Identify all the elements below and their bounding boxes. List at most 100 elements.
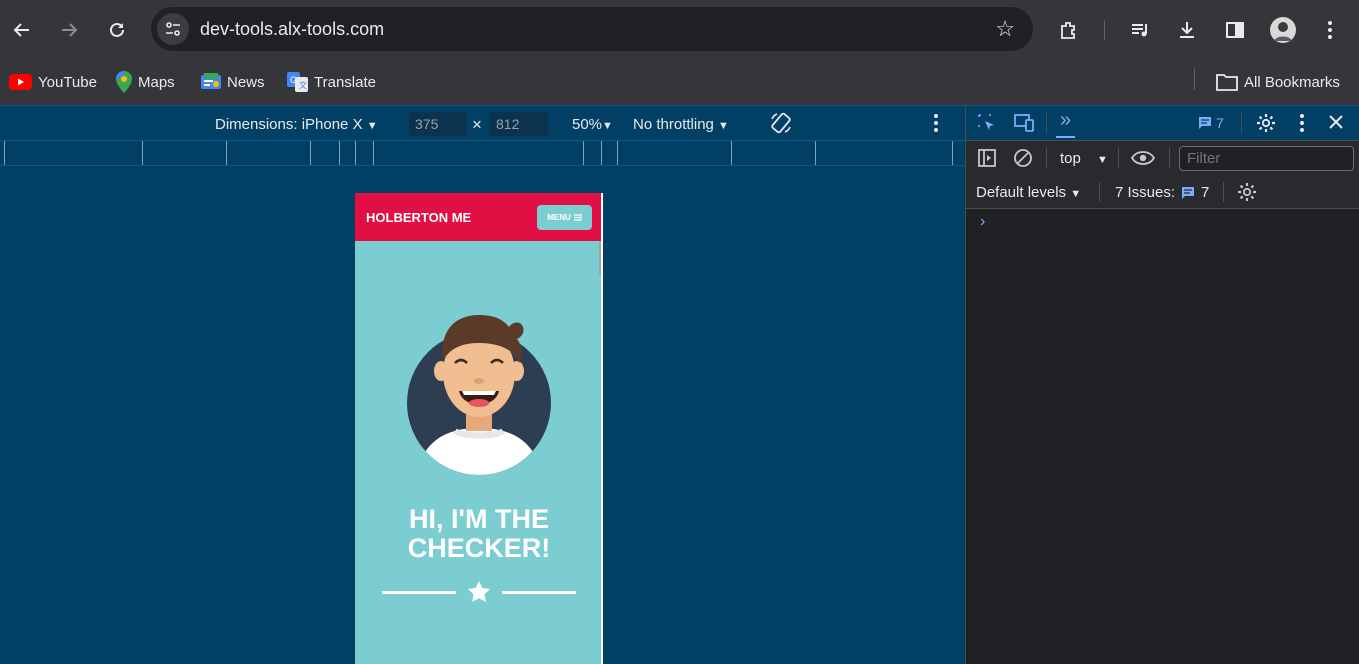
star-icon xyxy=(468,581,490,602)
all-bookmarks-button[interactable]: All Bookmarks xyxy=(1216,70,1340,94)
side-panel-icon[interactable] xyxy=(1219,14,1251,46)
hamburger-icon xyxy=(573,214,582,221)
more-tabs-icon[interactable]: » xyxy=(1056,109,1076,138)
dimensions-select[interactable]: Dimensions: iPhone X ▼ xyxy=(215,116,378,133)
live-expression-eye-icon[interactable] xyxy=(1130,148,1156,173)
zoom-label: 50% xyxy=(572,116,603,133)
bookmark-youtube[interactable]: YouTube xyxy=(9,70,97,94)
browser-menu-icon[interactable] xyxy=(1314,14,1346,46)
message-icon xyxy=(1199,117,1211,129)
page-scrollbar[interactable] xyxy=(599,241,601,275)
bookmark-label: YouTube xyxy=(38,73,97,91)
menu-button[interactable]: MENU xyxy=(537,205,592,230)
youtube-icon xyxy=(9,74,32,90)
devtools-tabbar: » 7 xyxy=(966,105,1359,140)
dimensions-label: Dimensions: iPhone X xyxy=(215,116,363,133)
toolbar-separator xyxy=(1099,182,1100,202)
url-text[interactable]: dev-tools.alx-tools.com xyxy=(200,19,384,40)
extensions-icon[interactable] xyxy=(1053,14,1085,46)
console-prompt-chevron-icon[interactable]: › xyxy=(980,213,985,231)
ruler-tick xyxy=(226,141,227,165)
hero-title-line1: HI, I'M THE xyxy=(409,504,549,534)
bookmark-news[interactable]: News xyxy=(201,70,265,94)
bookmark-maps[interactable]: Maps xyxy=(116,70,175,94)
bookmark-label: News xyxy=(227,73,265,91)
translate-icon: G文 xyxy=(287,72,308,92)
maps-icon xyxy=(116,71,132,93)
console-levels-bar: Default levels ▼ 7 Issues: 7 xyxy=(966,175,1359,209)
message-icon xyxy=(1182,186,1195,199)
svg-text:文: 文 xyxy=(299,80,307,90)
ruler-tick xyxy=(142,141,143,165)
context-select[interactable]: top ▼ xyxy=(1060,150,1108,167)
folder-icon xyxy=(1216,74,1238,91)
zoom-select[interactable]: 50%▼ xyxy=(572,116,613,133)
device-toolbar: Dimensions: iPhone X ▼ 375 × 812 50%▼ No… xyxy=(0,105,965,140)
hero-title-line2: CHECKER! xyxy=(407,533,551,563)
ruler-tick xyxy=(4,141,5,165)
clear-console-icon[interactable] xyxy=(1013,148,1033,173)
filter-input[interactable] xyxy=(1179,146,1354,171)
device-toggle-icon[interactable] xyxy=(1013,113,1035,138)
height-input[interactable]: 812 xyxy=(490,112,548,136)
dropdown-arrow-icon: ▼ xyxy=(602,120,613,132)
phone-screen[interactable]: HOLBERTON ME MENU HI, I'M THE CHECKER! xyxy=(355,193,603,664)
ruler-tick xyxy=(815,141,816,165)
menu-label: MENU xyxy=(547,213,571,222)
console-toolbar: top ▼ xyxy=(966,140,1359,175)
levels-label: Default levels xyxy=(976,184,1067,201)
ruler-tick xyxy=(339,141,340,165)
devtools-menu-icon[interactable] xyxy=(1299,114,1305,137)
sidebar-toggle-icon[interactable] xyxy=(977,148,997,173)
site-settings-icon[interactable] xyxy=(157,13,189,45)
hero-title: HI, I'M THE CHECKER! xyxy=(355,504,601,563)
messages-badge[interactable]: 7 xyxy=(1198,115,1224,131)
toolbar-separator xyxy=(1046,148,1047,168)
tab-separator xyxy=(1046,113,1047,133)
ruler-tick xyxy=(952,141,953,165)
back-icon[interactable] xyxy=(6,14,38,46)
reload-icon[interactable] xyxy=(101,14,133,46)
messages-count: 7 xyxy=(1216,115,1224,131)
ruler-tick xyxy=(731,141,732,165)
dropdown-arrow-icon: ▼ xyxy=(1070,188,1082,200)
throttling-select[interactable]: No throttling ▼ xyxy=(633,116,729,133)
download-icon[interactable] xyxy=(1171,14,1203,46)
bookmark-label: Maps xyxy=(138,73,175,91)
address-bar[interactable]: dev-tools.alx-tools.com ☆ xyxy=(151,7,1033,51)
media-control-icon[interactable] xyxy=(1124,14,1156,46)
ruler-tick xyxy=(617,141,618,165)
rotate-icon[interactable] xyxy=(769,111,793,140)
bookmark-star-icon[interactable]: ☆ xyxy=(995,16,1015,42)
log-levels-select[interactable]: Default levels ▼ xyxy=(976,184,1081,201)
toolbar-separator xyxy=(1223,182,1224,202)
device-toolbar-menu-icon[interactable] xyxy=(933,114,939,137)
issues-count: 7 xyxy=(1201,184,1210,201)
dropdown-arrow-icon: ▼ xyxy=(1097,154,1108,166)
browser-toolbar: dev-tools.alx-tools.com ☆ xyxy=(0,0,1359,60)
site-brand[interactable]: HOLBERTON ME xyxy=(366,210,471,225)
bookmarks-bar: YouTube Maps News G文 Translate All Bookm… xyxy=(0,60,1359,105)
close-icon[interactable] xyxy=(1327,113,1345,136)
bookmarks-separator xyxy=(1194,68,1195,90)
ruler-tick xyxy=(373,141,374,165)
site-header: HOLBERTON ME MENU xyxy=(355,193,601,241)
dropdown-arrow-icon: ▼ xyxy=(718,120,729,132)
ruler-tick xyxy=(310,141,311,165)
svg-text:G: G xyxy=(290,75,297,85)
toolbar-separator xyxy=(1118,148,1119,168)
profile-avatar-icon[interactable] xyxy=(1267,14,1299,46)
toolbar-separator xyxy=(1104,20,1105,40)
issues-button[interactable]: 7 Issues: 7 xyxy=(1115,184,1209,201)
width-input[interactable]: 375 xyxy=(409,112,467,136)
avatar xyxy=(407,315,551,475)
news-icon xyxy=(201,73,221,89)
inspect-element-icon[interactable] xyxy=(977,113,997,138)
console-settings-gear-icon[interactable] xyxy=(1236,181,1258,208)
star-divider xyxy=(382,581,576,602)
dropdown-arrow-icon: ▼ xyxy=(366,120,378,132)
forward-icon[interactable] xyxy=(53,14,85,46)
media-query-ruler[interactable] xyxy=(0,140,965,166)
bookmark-translate[interactable]: G文 Translate xyxy=(287,70,376,94)
settings-gear-icon[interactable] xyxy=(1255,112,1277,139)
